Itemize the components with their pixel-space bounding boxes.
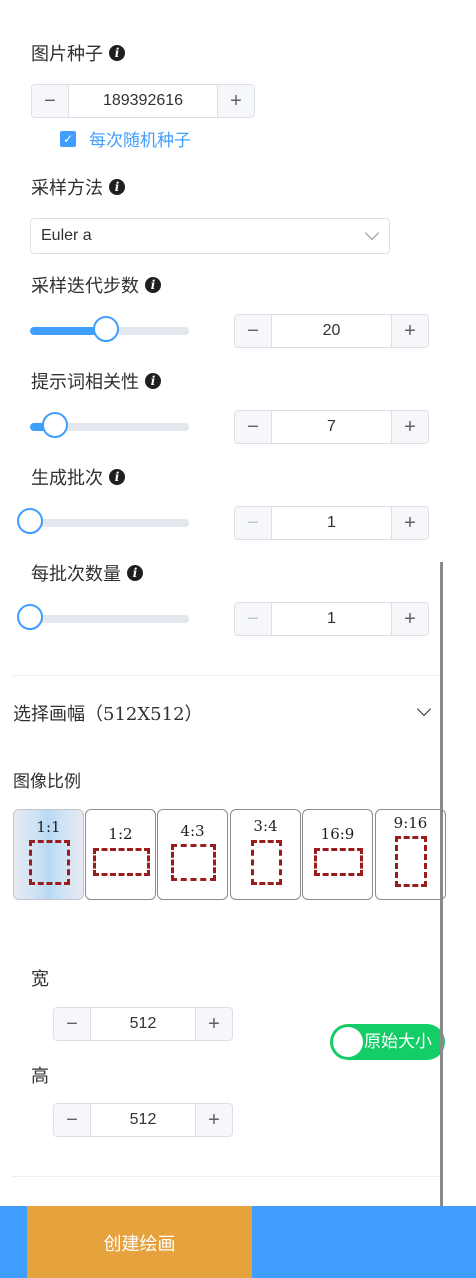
- height-input[interactable]: 512: [91, 1104, 195, 1136]
- seed-label-row: 图片种子 i: [31, 40, 125, 66]
- seed-label: 图片种子: [31, 44, 103, 64]
- batch-count-label: 生成批次: [31, 468, 103, 488]
- canvas-section-title[interactable]: 选择画幅（512X512）: [13, 700, 203, 726]
- chevron-down-icon: [364, 225, 380, 241]
- ratio-option-3-4[interactable]: 3:4: [230, 809, 301, 900]
- batch-count-stepper: − 1 +: [234, 506, 429, 540]
- batch-size-slider-handle[interactable]: [17, 604, 43, 630]
- height-label: 高: [31, 1066, 49, 1087]
- steps-label: 采样迭代步数: [31, 276, 139, 296]
- width-input[interactable]: 512: [91, 1008, 195, 1040]
- ratio-preview-shape: [171, 844, 216, 881]
- info-icon[interactable]: i: [145, 277, 161, 293]
- minus-icon[interactable]: −: [32, 85, 69, 117]
- batch-count-slider-handle[interactable]: [17, 508, 43, 534]
- info-icon[interactable]: i: [109, 45, 125, 61]
- divider: [12, 675, 440, 676]
- cfg-input[interactable]: 7: [272, 411, 391, 443]
- ratio-option-1-1[interactable]: 1:1: [13, 809, 84, 900]
- divider: [12, 1176, 440, 1177]
- plus-icon[interactable]: +: [391, 603, 428, 635]
- ratio-preview-shape: [29, 840, 70, 885]
- batch-count-label-row: 生成批次 i: [31, 464, 125, 490]
- steps-slider[interactable]: [30, 316, 189, 342]
- batch-size-input[interactable]: 1: [272, 603, 391, 635]
- cfg-label-row: 提示词相关性 i: [31, 368, 161, 394]
- minus-icon[interactable]: −: [54, 1104, 91, 1136]
- minus-icon[interactable]: −: [235, 411, 272, 443]
- cfg-label: 提示词相关性: [31, 372, 139, 392]
- ratio-preview-shape: [314, 848, 363, 876]
- plus-icon[interactable]: +: [195, 1008, 232, 1040]
- batch-size-label: 每批次数量: [31, 564, 121, 584]
- random-seed-checkbox-row[interactable]: ✓ 每次随机种子: [60, 126, 191, 151]
- sampler-select[interactable]: Euler a: [30, 218, 390, 254]
- seed-stepper: − 189392616 +: [31, 84, 255, 118]
- ratio-label: 4:3: [180, 822, 205, 840]
- plus-icon[interactable]: +: [217, 85, 254, 117]
- batch-count-input[interactable]: 1: [272, 507, 391, 539]
- cfg-slider[interactable]: [30, 412, 189, 438]
- height-stepper: − 512 +: [53, 1103, 233, 1137]
- minus-icon[interactable]: −: [235, 507, 272, 539]
- ratio-label: 9:16: [393, 814, 428, 832]
- batch-size-label-row: 每批次数量 i: [31, 560, 143, 586]
- ratio-preview-shape: [251, 840, 282, 885]
- ratio-label: 1:1: [36, 818, 61, 836]
- ratio-option-9-16[interactable]: 9:16: [375, 809, 446, 900]
- steps-slider-handle[interactable]: [93, 316, 120, 342]
- batch-size-slider[interactable]: [17, 604, 189, 630]
- random-seed-label: 每次随机种子: [89, 131, 191, 150]
- ratio-label: 1:2: [108, 825, 133, 843]
- ratio-preview-shape: [93, 848, 150, 876]
- toggle-knob: [333, 1027, 363, 1057]
- ratio-label: 3:4: [253, 817, 278, 835]
- steps-label-row: 采样迭代步数 i: [31, 272, 161, 298]
- info-icon[interactable]: i: [127, 565, 143, 581]
- ratio-option-1-2[interactable]: 1:2: [85, 809, 156, 900]
- original-size-toggle[interactable]: 原始大小: [330, 1024, 445, 1060]
- seed-input[interactable]: 189392616: [69, 85, 217, 117]
- info-icon[interactable]: i: [145, 373, 161, 389]
- minus-icon[interactable]: −: [54, 1008, 91, 1040]
- ratio-option-16-9[interactable]: 16:9: [302, 809, 373, 900]
- settings-panel: 图片种子 i − 189392616 + ✓ 每次随机种子 采样方法 i Eul…: [0, 0, 476, 1278]
- plus-icon[interactable]: +: [391, 507, 428, 539]
- check-icon[interactable]: ✓: [60, 130, 76, 147]
- ratio-heading: 图像比例: [13, 772, 81, 791]
- batch-count-slider[interactable]: [17, 508, 189, 534]
- width-label: 宽: [31, 969, 49, 990]
- steps-input[interactable]: 20: [272, 315, 391, 347]
- plus-icon[interactable]: +: [391, 411, 428, 443]
- ratio-label: 16:9: [320, 825, 355, 843]
- sampler-label: 采样方法: [31, 178, 103, 198]
- steps-stepper: − 20 +: [234, 314, 429, 348]
- original-size-label: 原始大小: [364, 1032, 432, 1051]
- chevron-down-icon[interactable]: [416, 701, 432, 717]
- scrollbar[interactable]: [440, 562, 443, 1208]
- ratio-option-4-3[interactable]: 4:3: [157, 809, 228, 900]
- batch-size-stepper: − 1 +: [234, 602, 429, 636]
- cfg-stepper: − 7 +: [234, 410, 429, 444]
- create-drawing-button[interactable]: 创建绘画: [27, 1206, 252, 1278]
- info-icon[interactable]: i: [109, 469, 125, 485]
- plus-icon[interactable]: +: [195, 1104, 232, 1136]
- width-stepper: − 512 +: [53, 1007, 233, 1041]
- cfg-slider-handle[interactable]: [41, 412, 68, 438]
- sampler-selected-value: Euler a: [41, 227, 92, 244]
- info-icon[interactable]: i: [109, 179, 125, 195]
- plus-icon[interactable]: +: [391, 315, 428, 347]
- sampler-label-row: 采样方法 i: [31, 174, 125, 200]
- minus-icon[interactable]: −: [235, 603, 272, 635]
- minus-icon[interactable]: −: [235, 315, 272, 347]
- ratio-preview-shape: [395, 836, 427, 887]
